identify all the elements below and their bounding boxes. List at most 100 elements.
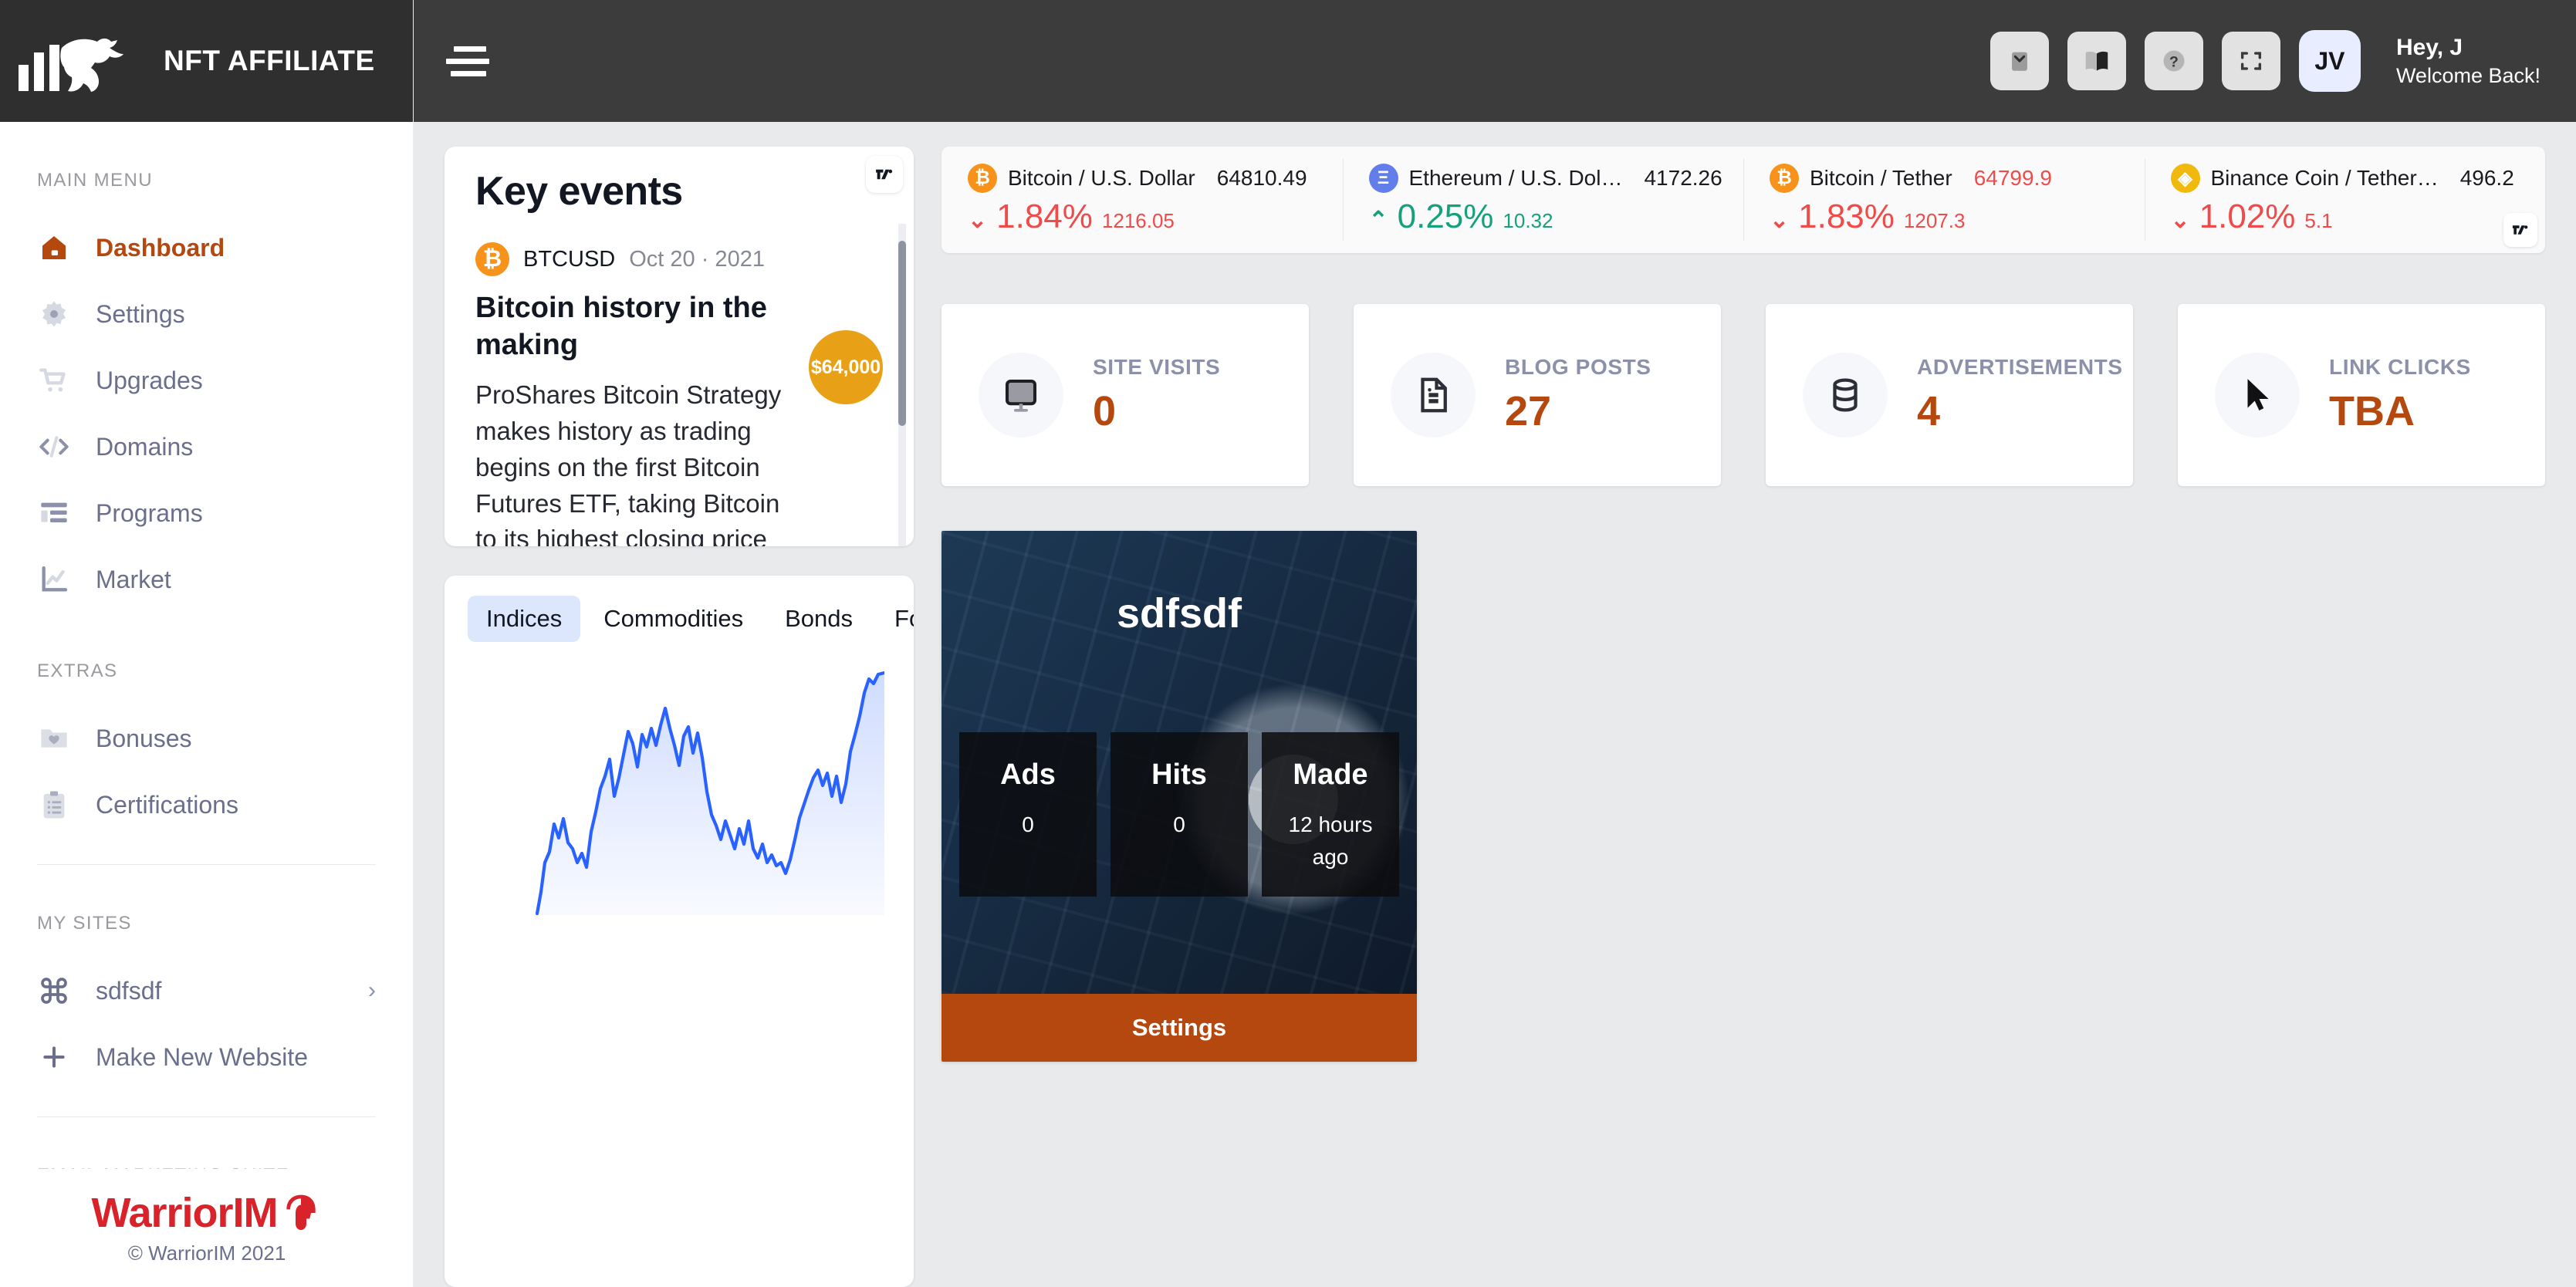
stat-label: BLOG POSTS (1505, 355, 1651, 379)
sidebar-divider-2 (37, 1116, 376, 1117)
ticker-name: Bitcoin / U.S. Dollar (1008, 166, 1195, 190)
list-icon (37, 496, 71, 530)
document-icon (1391, 353, 1476, 437)
sidebar-item-bonuses[interactable]: Bonuses (37, 705, 376, 772)
sidebar-item-label: Programs (96, 498, 203, 527)
cursor-icon (2215, 353, 2300, 437)
ticker-percent: 1.84% (996, 198, 1093, 235)
sidebar-item-site-sdfsdf[interactable]: sdfsdf › (37, 958, 376, 1024)
ticker-change: 1207.3 (1903, 209, 1966, 232)
sidebar-item-make-new-website[interactable]: Make New Website (37, 1024, 376, 1090)
key-event-date: Oct 20 · 2021 (629, 246, 765, 272)
svg-text:?: ? (2169, 54, 2179, 71)
sidebar-item-dashboard[interactable]: Dashboard (37, 214, 376, 281)
tab-commodities[interactable]: Commodities (585, 596, 762, 642)
fullscreen-icon[interactable] (2221, 32, 2280, 90)
bull-bars-logo (19, 38, 123, 92)
ticker-price: 64810.49 (1216, 166, 1307, 190)
command-icon (37, 974, 71, 1008)
hamburger-icon[interactable] (446, 39, 494, 83)
main-area: ? JV Hey, J Welcome Back! Key events ₿ B… (414, 0, 2576, 1287)
sidebar-item-label: Dashboard (96, 233, 225, 262)
tab-forex[interactable]: Forex (876, 596, 914, 642)
ticker-price: 496.2 (2459, 166, 2514, 190)
arrow-down-icon: ⌄ (2170, 208, 2190, 233)
sidebar-item-label: Domains (96, 432, 194, 461)
stat-card-link-clicks[interactable]: LINK CLICKS TBA (2178, 304, 2545, 486)
ticker-percent: 0.25% (1397, 198, 1494, 235)
key-event-item[interactable]: ₿ BTCUSD Oct 20 · 2021 Bitcoin history i… (475, 214, 883, 546)
brand-title: NFT AFFILIATE (164, 45, 375, 76)
site-stat-label: Made (1293, 758, 1368, 791)
left-widget-column: Key events ₿ BTCUSD Oct 20 · 2021 Bitcoi… (445, 147, 914, 1287)
ticker-item[interactable]: ₿ Bitcoin / U.S. Dollar 64810.49 ⌄ 1.84%… (941, 147, 1343, 253)
bitcoin-icon: ₿ (968, 164, 997, 193)
sidebar-item-certifications[interactable]: Certifications (37, 772, 376, 838)
sidebar-item-market[interactable]: Market (37, 546, 376, 613)
tab-bonds[interactable]: Bonds (766, 596, 871, 642)
clipboard-icon (37, 788, 71, 822)
code-icon (37, 430, 71, 464)
arrow-up-icon: ⌃ (1368, 208, 1388, 233)
sidebar-nav: MAIN MENU Dashboard Settings Upgrades Do… (0, 170, 413, 1276)
sidebar-item-domains[interactable]: Domains (37, 414, 376, 480)
sidebar-item-label: sdfsdf (96, 976, 162, 1005)
topbar-actions: ? JV Hey, J Welcome Back! (1989, 30, 2541, 92)
ticker-item[interactable]: ◈ Binance Coin / Tether… 496.2 ⌄ 1.02% 5… (2144, 147, 2546, 253)
ticker-name: Binance Coin / Tether… (2210, 166, 2439, 190)
topbar: ? JV Hey, J Welcome Back! (414, 0, 2576, 122)
app-root: NFT AFFILIATE MAIN MENU Dashboard Settin… (0, 0, 2576, 1287)
tab-indices[interactable]: Indices (468, 596, 581, 642)
stat-label: ADVERTISEMENTS (1917, 355, 2123, 379)
bitcoin-icon: ₿ (1770, 164, 1799, 193)
site-stat-value: 0 (1173, 812, 1185, 836)
site-stat-hits: Hits 0 (1111, 732, 1248, 897)
avatar[interactable]: JV (2298, 30, 2361, 92)
stat-label: SITE VISITS (1093, 355, 1221, 379)
greeting: Hey, J Welcome Back! (2396, 32, 2541, 90)
sidebar-item-label: Certifications (96, 790, 238, 819)
sidebar-item-upgrades[interactable]: Upgrades (37, 347, 376, 414)
gear-icon (37, 297, 71, 331)
stat-card-blog-posts[interactable]: BLOG POSTS 27 (1354, 304, 1721, 486)
nav-section-main-menu: MAIN MENU (37, 170, 153, 191)
stat-value: 0 (1093, 388, 1117, 434)
mail-icon[interactable] (1989, 32, 2049, 90)
copyright-text: © WarriorIM 2021 (127, 1241, 286, 1265)
site-settings-button[interactable]: Settings (941, 994, 1417, 1062)
tradingview-logo[interactable] (866, 156, 903, 193)
ticker-item[interactable]: ₿ Bitcoin / Tether 64799.9 ⌄ 1.83% 1207.… (1743, 147, 2145, 253)
stat-value: 27 (1505, 388, 1552, 434)
database-icon (1803, 353, 1888, 437)
ticker-change: 1216.05 (1101, 209, 1175, 232)
nav-section-extras: EXTRAS (37, 660, 118, 681)
sidebar-item-programs[interactable]: Programs (37, 480, 376, 546)
nav-section-my-sites: MY SITES (37, 913, 132, 934)
line-chart-icon (37, 562, 71, 596)
book-icon[interactable] (2067, 32, 2126, 90)
sidebar-item-settings[interactable]: Settings (37, 281, 376, 347)
brand-header: NFT AFFILIATE (0, 0, 413, 122)
stat-card-advertisements[interactable]: ADVERTISEMENTS 4 (1766, 304, 2133, 486)
plus-icon (37, 1040, 71, 1074)
key-event-thumbnail: $64,000 (809, 330, 883, 404)
ticker-change: 10.32 (1503, 209, 1553, 232)
monitor-icon (979, 353, 1063, 437)
arrow-down-icon: ⌄ (968, 208, 988, 233)
ticker-percent: 1.02% (2199, 198, 2296, 235)
ticker-item[interactable]: Ξ Ethereum / U.S. Dol… 4172.26 ⌃ 0.25% 1… (1342, 147, 1744, 253)
cart-icon (37, 363, 71, 397)
spartan-helmet-icon (286, 1194, 316, 1231)
help-icon[interactable]: ? (2144, 32, 2203, 90)
key-events-scrollbar[interactable] (898, 241, 906, 426)
key-events-title: Key events (475, 169, 683, 214)
chevron-right-icon: › (368, 978, 376, 1003)
greeting-welcome: Welcome Back! (2395, 63, 2541, 87)
bitcoin-icon: ₿ (475, 242, 509, 276)
key-event-body: Bitcoin history in the making ProShares … (475, 290, 883, 546)
sidebar-item-label: Bonuses (96, 724, 192, 752)
warriorim-logo-text: WarriorIM (91, 1190, 278, 1236)
tradingview-logo[interactable] (2503, 213, 2537, 247)
stat-label: LINK CLICKS (2329, 355, 2471, 379)
stat-card-site-visits[interactable]: SITE VISITS 0 (941, 304, 1309, 486)
